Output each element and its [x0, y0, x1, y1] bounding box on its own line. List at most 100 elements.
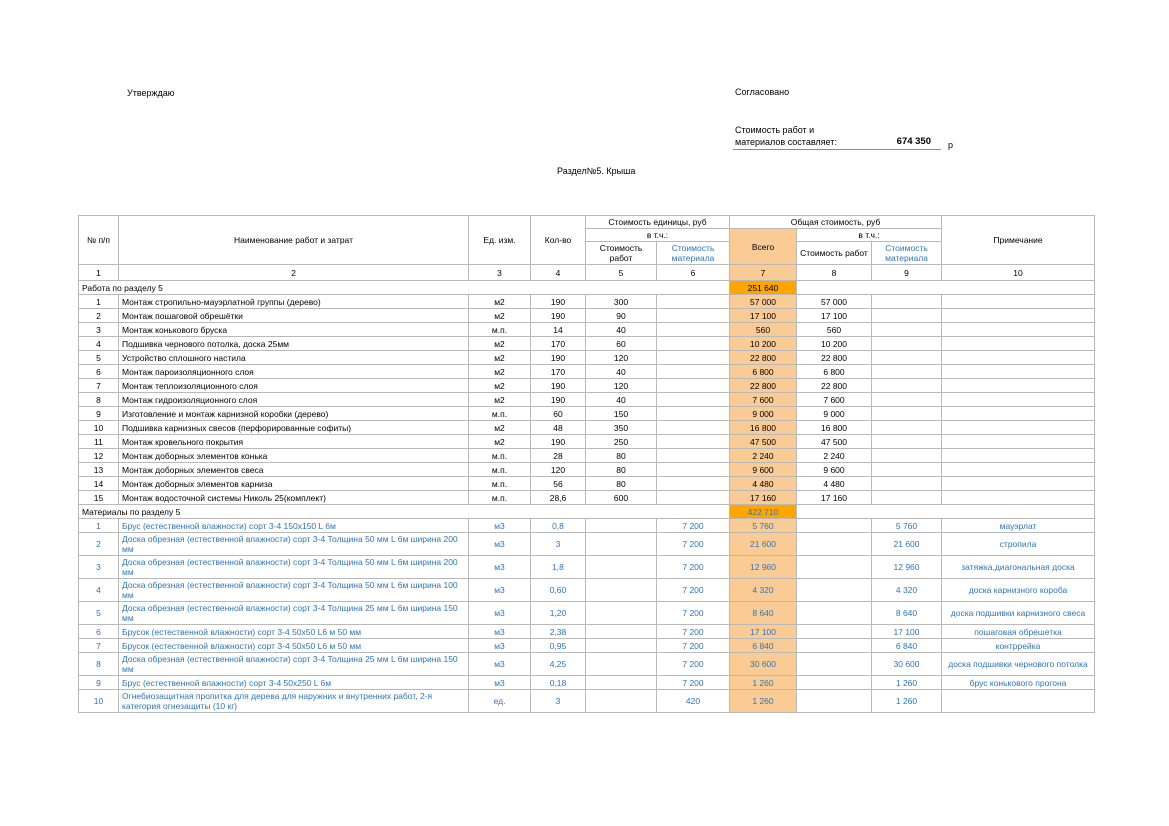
total-cell: 16 800: [730, 421, 797, 435]
work-name-cell: Монтаж кровельного покрытия: [119, 435, 469, 449]
row-number-cell: 8: [79, 653, 119, 676]
total-cell: 9 600: [730, 463, 797, 477]
note-cell: [942, 351, 1095, 365]
work-cost-cell: 9 600: [797, 463, 872, 477]
col-header-work-cost: Стоимость работ: [586, 242, 657, 265]
note-cell: контррейка: [942, 639, 1095, 653]
row-number-cell: 2: [79, 533, 119, 556]
work-name-cell: Монтаж стропильно-мауэрлатной группы (де…: [119, 295, 469, 309]
row-number-cell: 4: [79, 579, 119, 602]
work-name-cell: Монтаж пошаговой обрешётки: [119, 309, 469, 323]
work-cost-cell: 22 800: [797, 379, 872, 393]
work-cost-cell: 2 240: [797, 449, 872, 463]
row-number-cell: 6: [79, 625, 119, 639]
material-cost-cell: [872, 435, 942, 449]
row-number-cell: 12: [79, 449, 119, 463]
unit-cell: м2: [469, 295, 531, 309]
unit-material-cost-cell: [657, 491, 730, 505]
material-row: 1Брус (естественной влажности) сорт 3-4 …: [79, 519, 1095, 533]
material-cost-cell: 8 640: [872, 602, 942, 625]
note-cell: [942, 365, 1095, 379]
material-name-cell: Брус (естественной влажности) сорт 3-4 1…: [119, 519, 469, 533]
total-cell: 4 320: [730, 579, 797, 602]
unit-work-cost-cell: 80: [586, 449, 657, 463]
total-cell: 12 960: [730, 556, 797, 579]
unit-cell: м.п.: [469, 491, 531, 505]
material-name-cell: Брус (естественной влажности) сорт 3-4 5…: [119, 676, 469, 690]
total-cell: 6 840: [730, 639, 797, 653]
work-name-cell: Устройство сплошного настила: [119, 351, 469, 365]
work-name-cell: Монтаж водосточной системы Николь 25(ком…: [119, 491, 469, 505]
unit-cell: ед.: [469, 690, 531, 713]
material-row: 4Доска обрезная (естественной влажности)…: [79, 579, 1095, 602]
col-number: 8: [797, 265, 872, 281]
note-cell: [942, 309, 1095, 323]
unit-work-cost-cell: [586, 653, 657, 676]
note-cell: [942, 407, 1095, 421]
material-cost-cell: [872, 421, 942, 435]
section-total-cell: 422 710: [730, 505, 797, 519]
unit-work-cost-cell: [586, 639, 657, 653]
material-name-cell: Брусок (естественной влажности) сорт 3-4…: [119, 625, 469, 639]
qty-cell: 0,18: [531, 676, 586, 690]
total-cell: 4 480: [730, 477, 797, 491]
material-cost-cell: [872, 393, 942, 407]
row-number-cell: 1: [79, 295, 119, 309]
row-number-cell: 7: [79, 379, 119, 393]
unit-work-cost-cell: [586, 519, 657, 533]
total-cell: 21 600: [730, 533, 797, 556]
total-cell: 8 640: [730, 602, 797, 625]
unit-cell: м3: [469, 653, 531, 676]
col-number: 10: [942, 265, 1095, 281]
unit-material-cost-cell: [657, 351, 730, 365]
work-cost-cell: [797, 676, 872, 690]
material-cost-cell: 12 960: [872, 556, 942, 579]
qty-cell: 2,38: [531, 625, 586, 639]
material-name-cell: Огнебиозащитная пропитка для дерева для …: [119, 690, 469, 713]
row-number-cell: 15: [79, 491, 119, 505]
total-cell: 22 800: [730, 351, 797, 365]
material-cost-cell: [872, 365, 942, 379]
material-row: 10Огнебиозащитная пропитка для дерева дл…: [79, 690, 1095, 713]
empty-cell: [797, 281, 1095, 295]
row-number-cell: 6: [79, 365, 119, 379]
total-cell: 10 200: [730, 337, 797, 351]
col-header-material-cost-total: Стоимость материала: [872, 242, 942, 265]
material-cost-cell: [872, 449, 942, 463]
unit-cell: м3: [469, 625, 531, 639]
work-cost-cell: [797, 556, 872, 579]
work-cost-cell: [797, 653, 872, 676]
qty-cell: 3: [531, 533, 586, 556]
unit-work-cost-cell: 80: [586, 477, 657, 491]
work-cost-cell: 7 600: [797, 393, 872, 407]
unit-cell: м3: [469, 579, 531, 602]
row-number-cell: 13: [79, 463, 119, 477]
col-header-total-cost-group: Общая стоимость, руб: [730, 216, 942, 229]
cost-total-value: 674 350: [897, 136, 941, 147]
note-cell: [942, 323, 1095, 337]
work-cost-cell: 10 200: [797, 337, 872, 351]
unit-work-cost-cell: 600: [586, 491, 657, 505]
work-cost-cell: [797, 533, 872, 556]
currency-label: р: [948, 140, 953, 150]
work-row: 14Монтаж доборных элементов карнизам.п.5…: [79, 477, 1095, 491]
total-cell: 22 800: [730, 379, 797, 393]
col-number: 1: [79, 265, 119, 281]
row-number-cell: 5: [79, 602, 119, 625]
total-cell: 560: [730, 323, 797, 337]
row-number-cell: 10: [79, 421, 119, 435]
work-row: 5Устройство сплошного настилам219012022 …: [79, 351, 1095, 365]
work-row: 8Монтаж гидроизоляционного слоям2190407 …: [79, 393, 1095, 407]
work-cost-cell: 22 800: [797, 351, 872, 365]
total-cell: 5 760: [730, 519, 797, 533]
unit-material-cost-cell: 7 200: [657, 653, 730, 676]
qty-cell: 190: [531, 351, 586, 365]
col-number: 9: [872, 265, 942, 281]
col-number: 5: [586, 265, 657, 281]
row-number-cell: 9: [79, 676, 119, 690]
qty-cell: 120: [531, 463, 586, 477]
material-name-cell: Доска обрезная (естественной влажности) …: [119, 556, 469, 579]
unit-cell: м.п.: [469, 463, 531, 477]
col-number: 6: [657, 265, 730, 281]
material-cost-cell: [872, 295, 942, 309]
